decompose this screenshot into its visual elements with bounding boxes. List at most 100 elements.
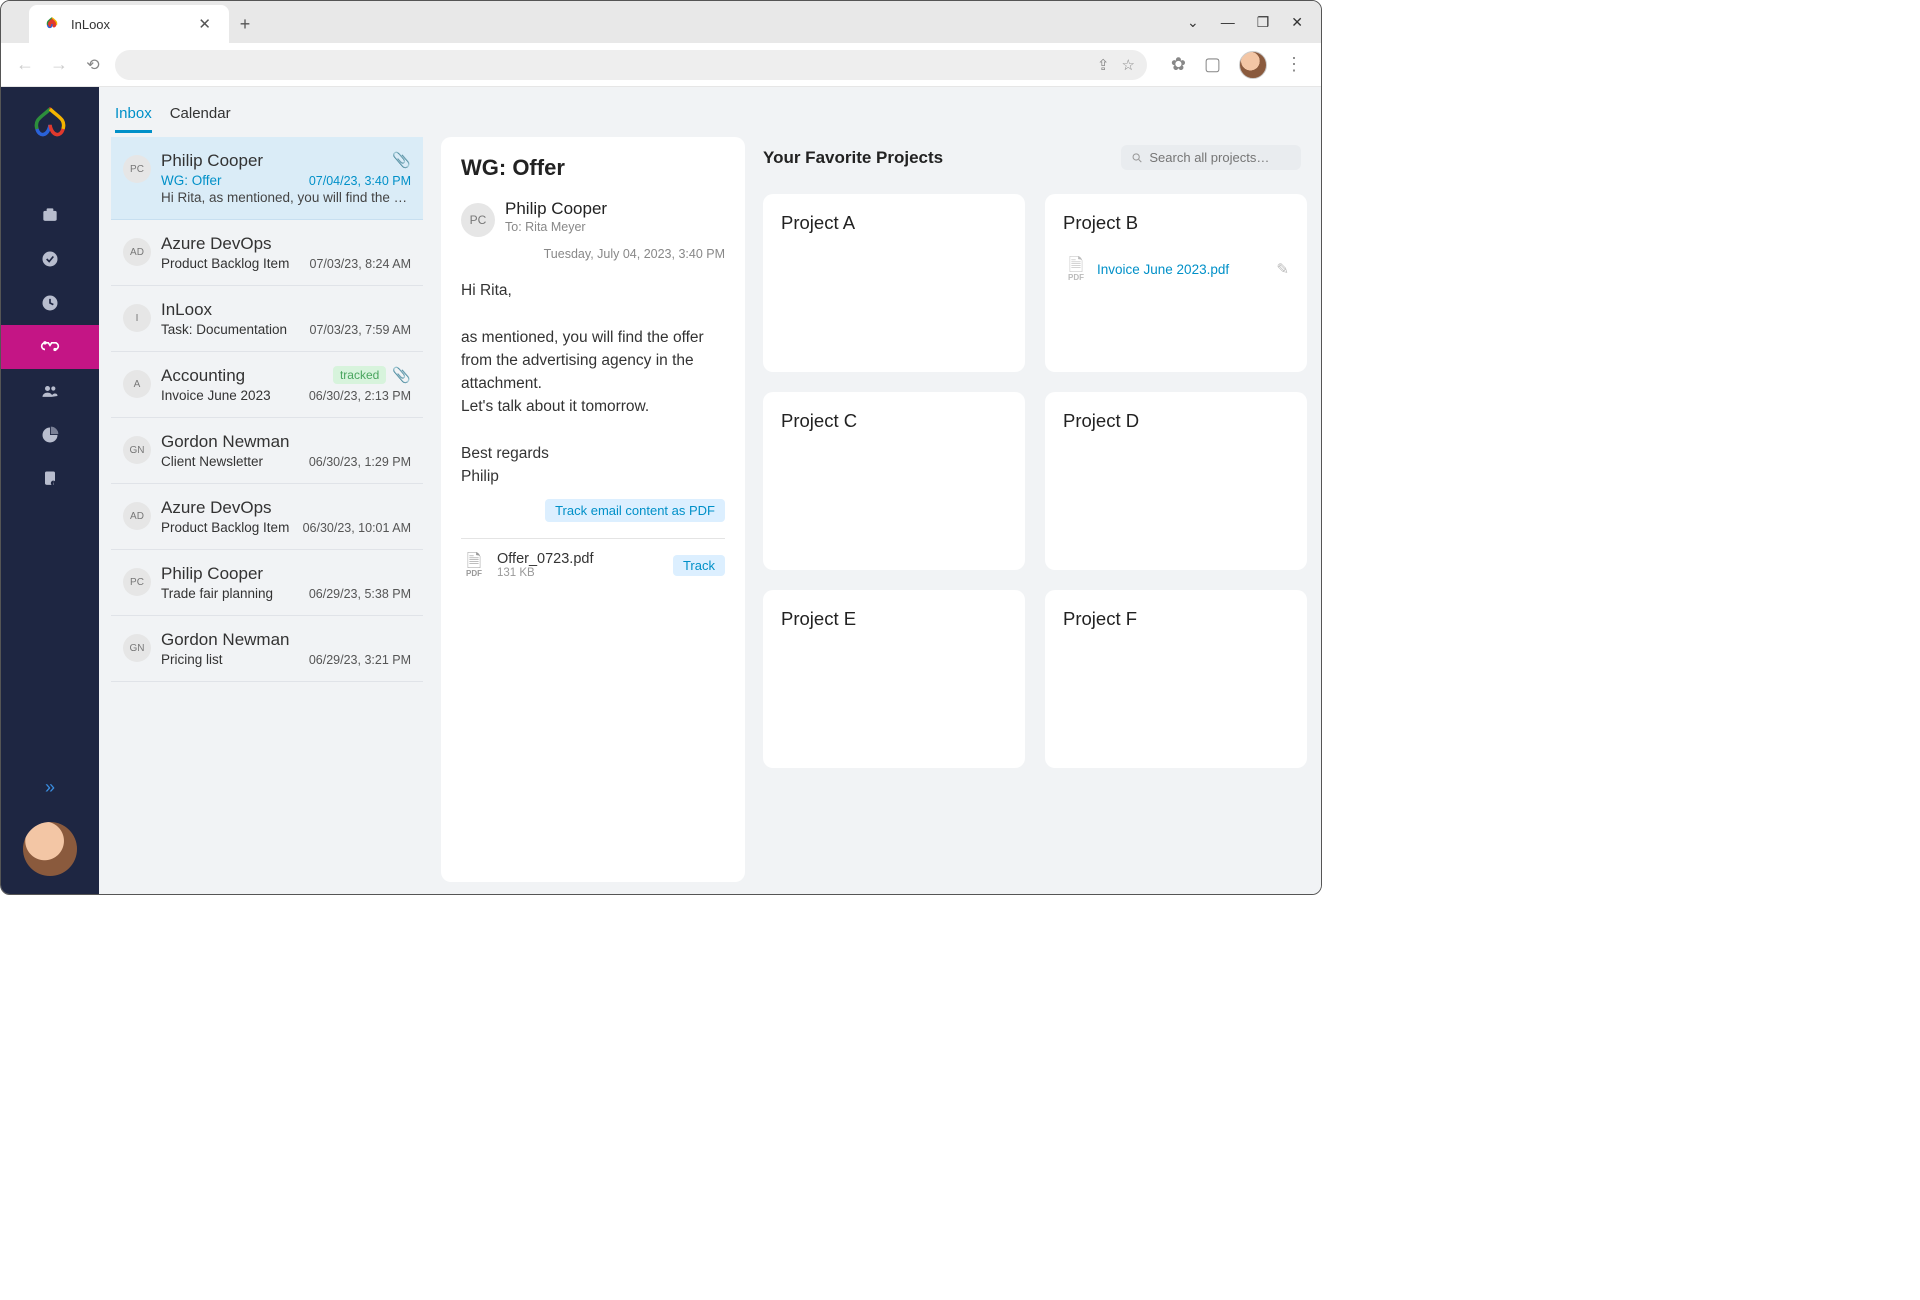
restore-icon[interactable]: ❐ [1257, 14, 1270, 31]
app-logo [30, 105, 70, 145]
close-window-icon[interactable]: ✕ [1291, 14, 1303, 31]
panel-icon[interactable]: ▢ [1204, 54, 1221, 75]
browser-tab[interactable]: InLoox ✕ [29, 5, 229, 43]
tab-inbox[interactable]: Inbox [115, 105, 152, 133]
profile-avatar[interactable] [1239, 51, 1267, 79]
project-card[interactable]: Project A [763, 194, 1025, 372]
projects-title: Your Favorite Projects [763, 148, 943, 168]
nav-projects[interactable] [1, 193, 99, 237]
content-tabs: Inbox Calendar [111, 95, 1309, 133]
user-avatar[interactable] [23, 822, 77, 876]
sender-name: Azure DevOps [161, 234, 272, 254]
star-icon[interactable]: ☆ [1121, 56, 1134, 74]
more-icon[interactable]: ⋮ [1285, 54, 1303, 75]
projects-search-input[interactable] [1149, 150, 1291, 165]
back-icon[interactable]: ← [13, 54, 37, 75]
sender-name: Gordon Newman [161, 630, 290, 650]
minimize-icon[interactable]: — [1221, 14, 1235, 30]
nav-time[interactable] [1, 281, 99, 325]
sender-avatar: GN [123, 634, 151, 662]
inbox-item[interactable]: GNGordon NewmanClient Newsletter06/30/23… [111, 418, 423, 484]
sidebar: i » [1, 87, 99, 894]
edit-icon[interactable]: ✎ [1276, 260, 1289, 278]
pdf-icon: 🗎PDF [1063, 256, 1089, 282]
message-date: 07/04/23, 3:40 PM [309, 174, 411, 188]
project-card[interactable]: Project E [763, 590, 1025, 768]
expand-sidebar-icon[interactable]: » [45, 777, 55, 798]
main-area: Inbox Calendar PC Philip Cooper 📎 WG: Offer… [99, 87, 1321, 894]
nav-docs[interactable]: i [1, 457, 99, 501]
detail-body: Hi Rita, as mentioned, you will find the… [461, 279, 725, 488]
message-subject: Product Backlog Item [161, 256, 289, 271]
chevron-down-icon[interactable]: ⌄ [1187, 14, 1199, 31]
sender-name: Philip Cooper [161, 151, 263, 171]
inbox-list: PC Philip Cooper 📎 WG: Offer 07/04/23, 3:40 … [111, 137, 423, 882]
sender-name: InLoox [161, 300, 212, 320]
message-subject: Client Newsletter [161, 454, 263, 469]
nav-inbox[interactable] [1, 325, 99, 369]
sender-name: Gordon Newman [161, 432, 290, 452]
extensions-icon[interactable]: ✿ [1171, 54, 1186, 75]
project-card[interactable]: Project D [1045, 392, 1307, 570]
nav-tasks[interactable] [1, 237, 99, 281]
message-preview: Hi Rita, as mentioned, you will find the… [161, 190, 411, 205]
message-subject: Pricing list [161, 652, 223, 667]
inbox-item[interactable]: ADAzure DevOpsProduct Backlog Item07/03/… [111, 220, 423, 286]
detail-avatar: PC [461, 203, 495, 237]
sender-name: Accounting [161, 366, 245, 386]
reload-icon[interactable]: ⟲ [81, 55, 105, 75]
message-date: 06/30/23, 2:13 PM [309, 389, 411, 403]
address-bar[interactable]: ⇪ ☆ [115, 50, 1147, 80]
detail-subject: WG: Offer [461, 155, 725, 181]
track-attachment-button[interactable]: Track [673, 555, 725, 576]
projects-panel: Your Favorite Projects Project A Project … [763, 137, 1309, 882]
inbox-item[interactable]: GN Gordon Newman Pricing list 06/29/23, 3:2… [111, 616, 423, 682]
project-name: Project D [1063, 410, 1289, 432]
attachment-name: Offer_0723.pdf [497, 551, 593, 567]
projects-search[interactable] [1121, 145, 1301, 170]
inbox-item[interactable]: AAccountingtracked📎Invoice June 202306/3… [111, 352, 423, 418]
detail-date: Tuesday, July 04, 2023, 3:40 PM [461, 247, 725, 261]
project-name: Project E [781, 608, 1007, 630]
browser-toolbar: ← → ⟲ ⇪ ☆ ✿ ▢ ⋮ [1, 43, 1321, 87]
sender-avatar: AD [123, 502, 151, 530]
browser-tab-title: InLoox [71, 17, 184, 32]
nav-reports[interactable] [1, 413, 99, 457]
tab-calendar[interactable]: Calendar [170, 105, 231, 133]
message-subject: WG: Offer [161, 173, 222, 188]
inbox-item[interactable]: PCPhilip CooperTrade fair planning06/29/… [111, 550, 423, 616]
track-email-button[interactable]: Track email content as PDF [545, 499, 725, 522]
share-icon[interactable]: ⇪ [1097, 56, 1110, 74]
svg-text:i: i [53, 481, 54, 486]
attachment-icon: 📎 [392, 151, 411, 169]
tab-close-icon[interactable]: ✕ [194, 15, 215, 33]
project-file-link[interactable]: Invoice June 2023.pdf [1097, 262, 1229, 277]
project-card[interactable]: Project F [1045, 590, 1307, 768]
attachment-row: 🗎 PDF Offer_0723.pdf 131 KB Track [461, 551, 725, 579]
inbox-item[interactable]: I InLoox Task: Documentation 07/03/23, 7:59… [111, 286, 423, 352]
sender-avatar: PC [123, 568, 151, 596]
forward-icon[interactable]: → [47, 54, 71, 75]
sender-avatar: I [123, 304, 151, 332]
message-date: 06/29/23, 3:21 PM [309, 653, 411, 667]
new-tab-button[interactable]: + [229, 5, 261, 43]
detail-to: To: Rita Meyer [505, 220, 607, 234]
message-detail: WG: Offer PC Philip Cooper To: Rita Meye… [441, 137, 745, 882]
message-date: 06/30/23, 1:29 PM [309, 455, 411, 469]
project-name: Project A [781, 212, 1007, 234]
message-date: 07/03/23, 7:59 AM [310, 323, 411, 337]
inbox-item[interactable]: PCPhilip Cooper📎WG: Offer07/04/23, 3:40 … [111, 137, 423, 220]
sender-avatar: A [123, 370, 151, 398]
attachment-icon: 📎 [392, 366, 411, 384]
pdf-icon: 🗎 PDF [461, 552, 487, 578]
project-card[interactable]: Project B🗎PDFInvoice June 2023.pdf✎ [1045, 194, 1307, 372]
nav-people[interactable] [1, 369, 99, 413]
sender-name: Philip Cooper [161, 564, 263, 584]
titlebar: InLoox ✕ + ⌄ — ❐ ✕ [1, 1, 1321, 43]
search-icon [1131, 151, 1143, 165]
inbox-item[interactable]: ADAzure DevOpsProduct Backlog Item06/30/… [111, 484, 423, 550]
project-file-row: 🗎PDF Invoice June 2023.pdf ✎ [1063, 256, 1289, 282]
project-card[interactable]: Project C [763, 392, 1025, 570]
message-subject: Trade fair planning [161, 586, 273, 601]
message-subject: Task: Documentation [161, 322, 287, 337]
